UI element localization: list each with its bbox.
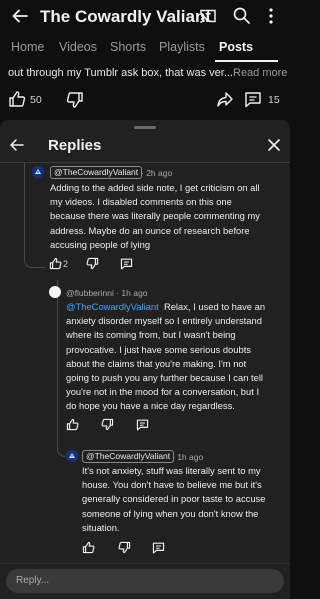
divider xyxy=(0,563,290,564)
comment-author: @flubberinni · 1h ago xyxy=(66,288,147,298)
like-icon[interactable] xyxy=(8,90,26,108)
comment-line: @TheCowardlyValiant Relax, I used to hav… xyxy=(66,300,288,314)
comment-line: Adding to the added side note, I get cri… xyxy=(50,182,260,193)
thread-connector xyxy=(57,442,65,457)
comment-line: where its coming from, but I wasn't bein… xyxy=(66,329,236,341)
reply-icon[interactable] xyxy=(136,418,149,431)
share-icon[interactable] xyxy=(216,90,234,108)
replies-sheet: Replies @TheCowardlyValiant · 2h ago Add… xyxy=(0,120,290,599)
comment-line: provocative. I just have some serious do… xyxy=(66,343,251,355)
comment-line: you're not in the mood for a conversatio… xyxy=(66,386,260,398)
thread-connector xyxy=(24,242,46,268)
comment-line: going to push you any further because I … xyxy=(66,372,264,384)
comment-line: someone of lying when you don't know the xyxy=(82,507,259,519)
comment-timestamp: · 1h ago xyxy=(172,452,204,462)
avatar[interactable] xyxy=(66,450,78,462)
drag-handle[interactable] xyxy=(134,126,156,129)
back-arrow-icon[interactable] xyxy=(10,6,30,26)
thread-line xyxy=(57,280,58,444)
tab-videos[interactable]: Videos xyxy=(59,40,97,54)
channel-header: The Cowardly Valiant xyxy=(0,0,290,34)
reply-icon[interactable] xyxy=(120,257,133,270)
like-icon[interactable] xyxy=(66,418,79,431)
mention-link[interactable]: @TheCowardlyValiant xyxy=(66,301,159,312)
post-actions: 50 15 xyxy=(0,90,290,110)
channel-title: The Cowardly Valiant xyxy=(40,7,211,26)
tab-shorts[interactable]: Shorts xyxy=(110,40,146,54)
reply-input-placeholder: Reply... xyxy=(16,575,50,586)
dislike-icon[interactable] xyxy=(86,257,99,270)
comment-line: house. You don't have to believe me but … xyxy=(82,479,262,491)
post-like-count: 50 xyxy=(30,94,42,106)
dislike-icon[interactable] xyxy=(101,418,114,431)
sheet-title: Replies xyxy=(48,137,102,154)
comment-timestamp: · 2h ago xyxy=(141,168,173,178)
avatar[interactable] xyxy=(49,286,61,298)
author-handle[interactable]: @flubberinni xyxy=(66,288,114,298)
mention-chip[interactable]: @TheCowardlyValiant xyxy=(82,450,175,463)
comment-line: do hope you have a nice day regardless. xyxy=(66,400,235,412)
comment-line: address. Maybe do an ounce of research b… xyxy=(50,224,250,236)
more-vertical-icon[interactable] xyxy=(268,6,274,26)
comment-line: accusing people of lying xyxy=(50,238,151,250)
comment-body: @TheCowardlyValiant Relax, I used to hav… xyxy=(66,300,288,414)
close-icon[interactable] xyxy=(267,138,281,152)
post-comment-count: 15 xyxy=(268,94,280,106)
like-icon[interactable] xyxy=(82,541,95,554)
comment-line: about the claims that you're making. I'm… xyxy=(66,357,247,369)
post-text-snippet: out through my Tumblr ask box, that was … xyxy=(8,67,233,79)
comment-line: generally considered in poor taste to ac… xyxy=(82,493,266,505)
comment-body: Adding to the added side note, I get cri… xyxy=(50,181,286,252)
tab-playlists[interactable]: Playlists xyxy=(159,40,205,54)
dislike-icon[interactable] xyxy=(118,541,131,554)
tab-home[interactable]: Home xyxy=(11,40,44,54)
channel-tabs: Home Videos Shorts Playlists Posts xyxy=(0,38,290,62)
thread-line xyxy=(24,163,25,243)
reply-input[interactable]: Reply... xyxy=(6,569,284,593)
comment-line-text: Relax, I used to have an xyxy=(163,301,266,312)
read-more-link[interactable]: Read more xyxy=(233,67,287,79)
comment-like-count: 2 xyxy=(63,259,69,269)
comment-line: because there was literally people comme… xyxy=(50,210,260,222)
tab-posts[interactable]: Posts xyxy=(219,40,253,54)
active-tab-indicator xyxy=(215,60,278,62)
cast-icon[interactable] xyxy=(199,7,217,25)
comment-line: It's not anxiety, stuff was literally se… xyxy=(82,465,261,476)
comment-line: my videos. I disabled comments on this o… xyxy=(50,196,232,208)
avatar[interactable] xyxy=(32,166,44,178)
reply-icon[interactable] xyxy=(152,541,165,554)
search-icon[interactable] xyxy=(232,6,251,25)
comment-line: situation. xyxy=(82,521,120,533)
comment-timestamp: · 1h ago xyxy=(116,288,148,298)
sheet-back-arrow-icon[interactable] xyxy=(9,137,25,153)
comment-body: It's not anxiety, stuff was literally se… xyxy=(82,464,288,535)
comment-line: anxiety disorder myself so I entirely un… xyxy=(66,315,262,327)
comment-icon[interactable] xyxy=(244,90,262,108)
divider xyxy=(0,162,290,163)
mention-chip[interactable]: @TheCowardlyValiant xyxy=(50,166,143,179)
dislike-icon[interactable] xyxy=(66,91,84,109)
like-icon[interactable] xyxy=(49,257,62,270)
post-text[interactable]: out through my Tumblr ask box, that was … xyxy=(8,67,287,79)
